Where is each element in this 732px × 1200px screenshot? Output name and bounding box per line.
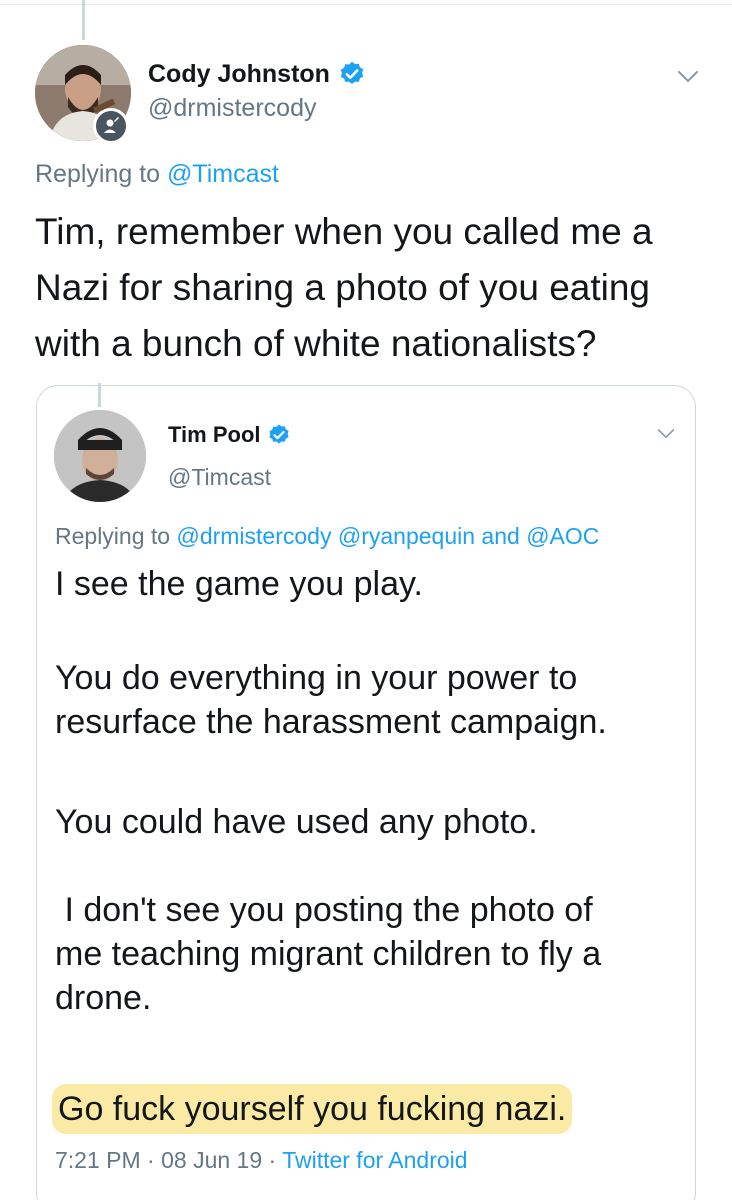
quoted-tweet-text: I see the game you play. You do everythi… (55, 562, 675, 1020)
tweet-text-line: with a bunch of white nationalists? (35, 323, 597, 364)
quoted-text-line: drone. (55, 979, 152, 1017)
author-name-row: Cody Johnston (148, 58, 366, 90)
quoted-text-line: I see the game you play. (55, 565, 423, 603)
mention-link-drmistercody[interactable]: @drmistercody (176, 523, 331, 549)
quoted-text-line: me teaching migrant children to fly a (55, 935, 602, 973)
replying-mention-link[interactable]: @Timcast (167, 160, 279, 188)
quoted-avatar[interactable] (54, 410, 146, 502)
quoted-handle[interactable]: @Timcast (168, 462, 271, 492)
meta-separator: · (147, 1147, 155, 1173)
tweet-source-link[interactable]: Twitter for Android (282, 1147, 467, 1173)
chevron-down-icon[interactable] (677, 70, 699, 84)
mention-link-ryanpequin[interactable]: @ryanpequin (338, 523, 475, 549)
tweet-meta-footer: 7:21 PM · 08 Jun 19 · Twitter for Androi… (55, 1145, 468, 1175)
tweet-date[interactable]: 08 Jun 19 (161, 1147, 262, 1173)
meta-separator: · (268, 1147, 277, 1173)
quoted-text-line: resurface the harassment campaign. (55, 703, 607, 741)
quoted-replying-to-line: Replying to @drmistercody @ryanpequin an… (55, 520, 599, 552)
quoted-chevron-down-icon[interactable] (657, 428, 675, 440)
top-divider (0, 4, 732, 5)
quoted-display-name[interactable]: Tim Pool (168, 420, 261, 450)
quoted-text-line: I don't see you posting the photo of (55, 891, 593, 929)
tweet-text-line: Tim, remember when you called me a (35, 211, 653, 252)
thread-connector-line (82, 0, 85, 40)
mention-and-word: and (481, 523, 520, 549)
quoted-verified-badge-icon (268, 424, 289, 444)
replying-prefix: Replying to (35, 160, 161, 188)
tweet-screenshot: Cody Johnston @drmistercody Replying to … (0, 0, 732, 1200)
quoted-text-line: You could have used any photo. (55, 803, 538, 841)
tweet-text: Tim, remember when you called me a Nazi … (35, 204, 695, 372)
quoted-avatar-image-icon (54, 410, 146, 502)
tweet-time[interactable]: 7:21 PM (55, 1147, 141, 1173)
author-handle[interactable]: @drmistercody (148, 92, 316, 124)
quoted-author-name-row: Tim Pool (168, 420, 291, 450)
quoted-text-line: You do everything in your power to (55, 659, 578, 697)
highlighted-text: Go fuck yourself you fucking nazi. (52, 1084, 573, 1134)
replying-to-line: Replying to @Timcast (35, 158, 279, 190)
mention-link-aoc[interactable]: @AOC (526, 523, 599, 549)
account-badge-icon (93, 108, 129, 144)
quoted-replying-prefix: Replying to (55, 523, 171, 549)
tweet-text-line: Nazi for sharing a photo of you eating (35, 267, 650, 308)
verified-badge-icon (340, 61, 364, 84)
quoted-thread-connector (98, 383, 101, 407)
author-display-name[interactable]: Cody Johnston (148, 58, 330, 90)
